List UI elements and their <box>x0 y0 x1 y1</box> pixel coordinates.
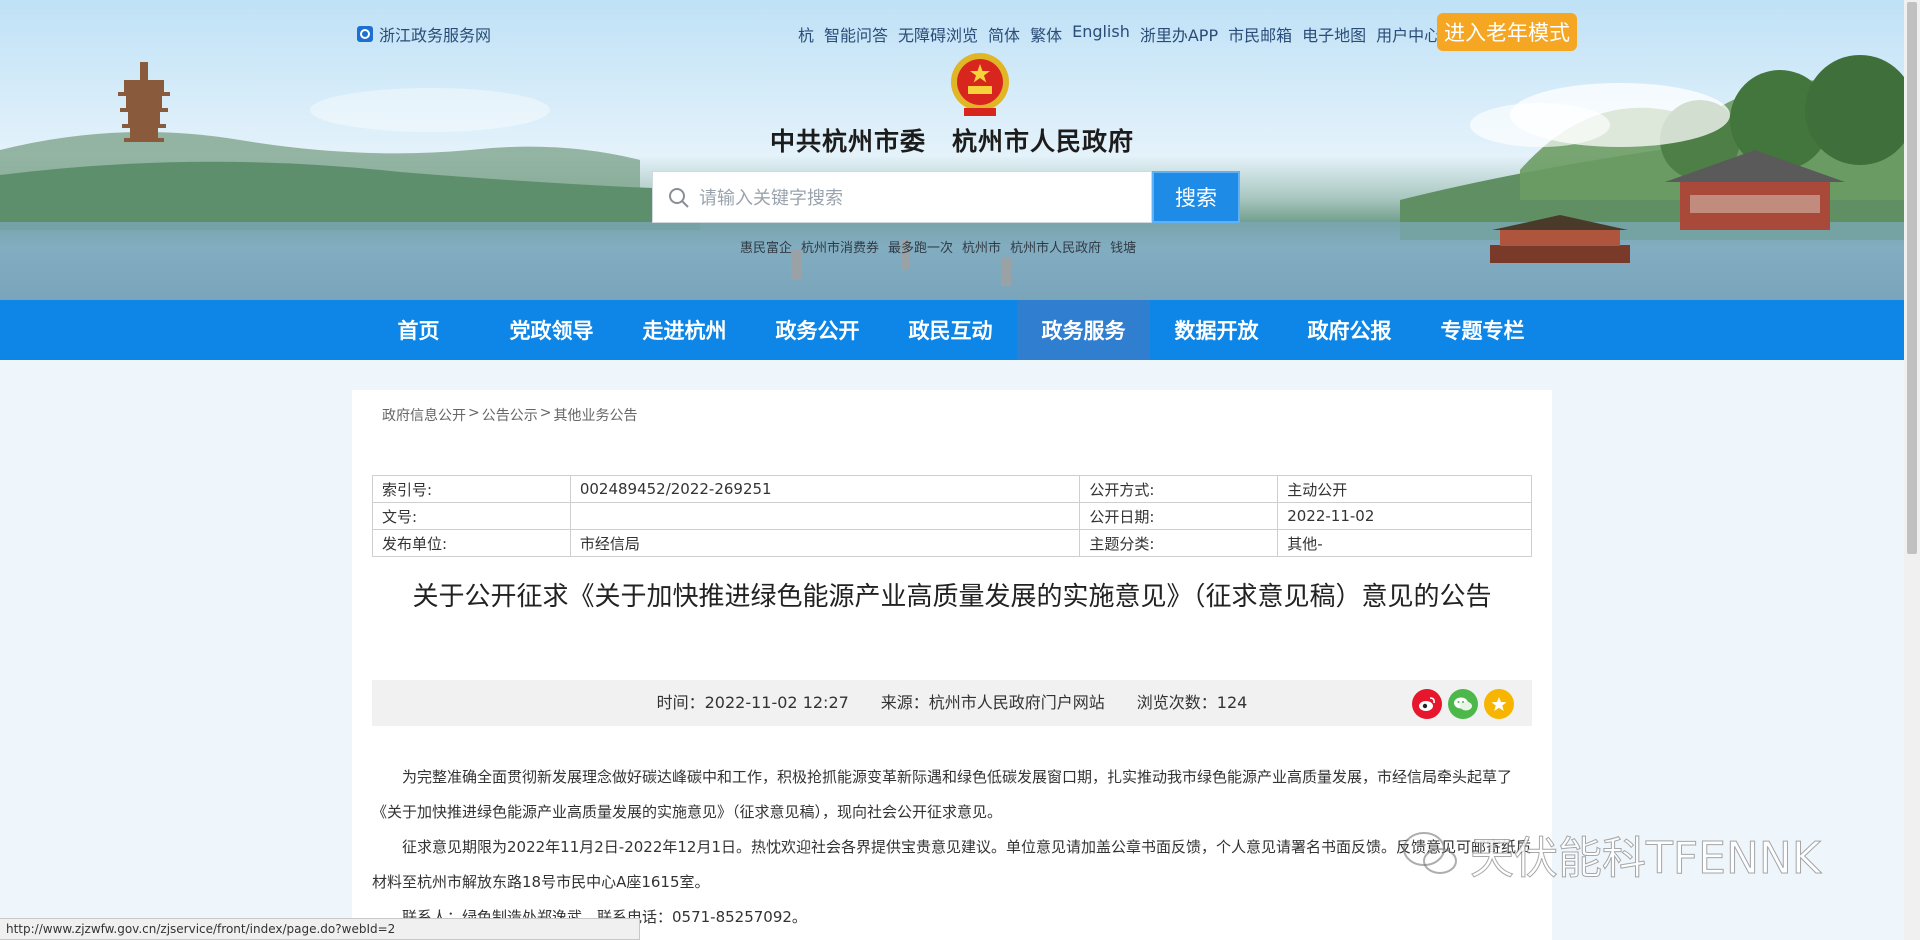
search-input[interactable] <box>697 172 1141 224</box>
meta-label: 主题分类: <box>1079 529 1279 557</box>
search-icon <box>669 188 689 208</box>
meta-label: 公开方式: <box>1079 475 1279 503</box>
nav-open-data[interactable]: 数据开放 <box>1150 300 1283 360</box>
meta-label: 索引号: <box>372 475 571 503</box>
nav-gov-services[interactable]: 政务服务 <box>1017 300 1150 360</box>
elder-mode-button[interactable]: 进入老年模式 <box>1437 13 1577 51</box>
hot-word[interactable]: 惠民富企 <box>740 237 792 256</box>
hot-word[interactable]: 杭州市消费券 <box>801 237 879 256</box>
zjzwfw-site-link[interactable]: 浙江政务服务网 <box>357 22 491 46</box>
gov-title: 中共杭州市委 杭州市人民政府 <box>769 127 1134 156</box>
breadcrumb-info-disclosure[interactable]: 政府信息公开 <box>382 405 466 425</box>
nav-gov-gazette[interactable]: 政府公报 <box>1283 300 1416 360</box>
top-link-smart-qa[interactable]: 智能问答 <box>824 22 888 46</box>
meta-value: 2022-11-02 <box>1277 502 1532 530</box>
scrollbar-thumb[interactable] <box>1907 2 1917 554</box>
breadcrumb: 政府信息公开 > 公告公示 > 其他业务公告 <box>382 405 637 425</box>
article-title: 关于公开征求《关于加快推进绿色能源产业高质量发展的实施意见》（征求意见稿）意见的… <box>412 582 1492 612</box>
meta-label: 文号: <box>372 502 571 530</box>
search-box <box>652 171 1152 224</box>
meta-value: 主动公开 <box>1277 475 1532 503</box>
meta-value: 其他- <box>1277 529 1532 557</box>
table-row: 索引号: 002489452/2022-269251 公开方式: 主动公开 <box>372 475 1532 503</box>
hot-words: 惠民富企 杭州市消费券 最多跑一次 杭州市 杭州市人民政府 钱塘 <box>740 237 1136 256</box>
meta-value <box>569 502 1081 530</box>
nav-leadership[interactable]: 党政领导 <box>485 300 618 360</box>
top-link-map[interactable]: 电子地图 <box>1302 22 1366 46</box>
site-link-label: 浙江政务服务网 <box>379 26 492 45</box>
zjzwfw-logo-icon <box>357 26 373 42</box>
hot-word[interactable]: 杭州市 <box>962 237 1001 256</box>
top-link-english[interactable]: English <box>1072 22 1130 46</box>
meta-value: 市经信局 <box>569 529 1081 557</box>
hot-word[interactable]: 最多跑一次 <box>888 237 953 256</box>
breadcrumb-separator: > <box>539 405 552 421</box>
header-banner: 浙江政务服务网 杭 智能问答 无障碍浏览 简体 繁体 English 浙里办AP… <box>0 0 1904 300</box>
wechat-icon <box>1454 697 1472 711</box>
meta-label: 公开日期: <box>1079 502 1279 530</box>
meta-value: 002489452/2022-269251 <box>569 475 1081 503</box>
top-link-user-center[interactable]: 用户中心 <box>1376 22 1440 46</box>
top-link-zlb-app[interactable]: 浙里办APP <box>1140 22 1218 46</box>
table-row: 文号: 公开日期: 2022-11-02 <box>372 502 1532 530</box>
nav-special-topics[interactable]: 专题专栏 <box>1416 300 1549 360</box>
weibo-icon <box>1419 697 1435 711</box>
top-link-simplified[interactable]: 简体 <box>988 22 1020 46</box>
article-body: 为完整准确全面贯彻新发展理念做好碳达峰碳中和工作，积极抢抓能源变革新际遇和绿色低… <box>372 760 1532 935</box>
top-link-citizen-mail[interactable]: 市民邮箱 <box>1228 22 1292 46</box>
share-weibo-button[interactable] <box>1412 689 1442 719</box>
main-nav: 首页 党政领导 走进杭州 政务公开 政民互动 政务服务 数据开放 政府公报 专题… <box>0 300 1904 360</box>
top-link-accessibility[interactable]: 无障碍浏览 <box>898 22 978 46</box>
article-info-bar: 时间：2022-11-02 12:27 来源：杭州市人民政府门户网站 浏览次数：… <box>372 680 1532 726</box>
nav-about-hangzhou[interactable]: 走进杭州 <box>618 300 751 360</box>
top-links: 杭 智能问答 无障碍浏览 简体 繁体 English 浙里办APP 市民邮箱 电… <box>798 22 1440 46</box>
meta-label: 发布单位: <box>372 529 571 557</box>
top-link-traditional[interactable]: 繁体 <box>1030 22 1062 46</box>
document-meta-table: 索引号: 002489452/2022-269251 公开方式: 主动公开 文号… <box>372 475 1532 557</box>
top-link-city[interactable]: 杭 <box>798 22 814 46</box>
browser-status-bar: http://www.zjzwfw.gov.cn/zjservice/front… <box>0 918 640 940</box>
share-wechat-button[interactable] <box>1448 689 1478 719</box>
nav-interaction[interactable]: 政民互动 <box>884 300 1017 360</box>
breadcrumb-other-announcements[interactable]: 其他业务公告 <box>553 405 637 425</box>
star-icon <box>1491 697 1507 711</box>
favorite-button[interactable] <box>1484 689 1514 719</box>
search-button[interactable]: 搜索 <box>1152 171 1240 223</box>
article-container: 政府信息公开 > 公告公示 > 其他业务公告 索引号: 002489452/20… <box>352 390 1552 940</box>
page-scrollbar[interactable] <box>1904 0 1920 940</box>
nav-gov-disclosure[interactable]: 政务公开 <box>751 300 884 360</box>
table-row: 发布单位: 市经信局 主题分类: 其他- <box>372 529 1532 557</box>
article-paragraph: 征求意见期限为2022年11月2日-2022年12月1日。热忱欢迎社会各界提供宝… <box>372 838 1532 891</box>
hot-word[interactable]: 钱塘 <box>1110 237 1136 256</box>
national-emblem-icon <box>951 53 1009 116</box>
article-info: 时间：2022-11-02 12:27 来源：杭州市人民政府门户网站 浏览次数：… <box>656 693 1248 712</box>
breadcrumb-separator: > <box>468 405 480 421</box>
nav-home[interactable]: 首页 <box>352 300 485 360</box>
hot-word[interactable]: 杭州市人民政府 <box>1010 237 1101 256</box>
breadcrumb-announcements[interactable]: 公告公示 <box>482 405 538 425</box>
article-paragraph: 为完整准确全面贯彻新发展理念做好碳达峰碳中和工作，积极抢抓能源变革新际遇和绿色低… <box>372 768 1513 821</box>
